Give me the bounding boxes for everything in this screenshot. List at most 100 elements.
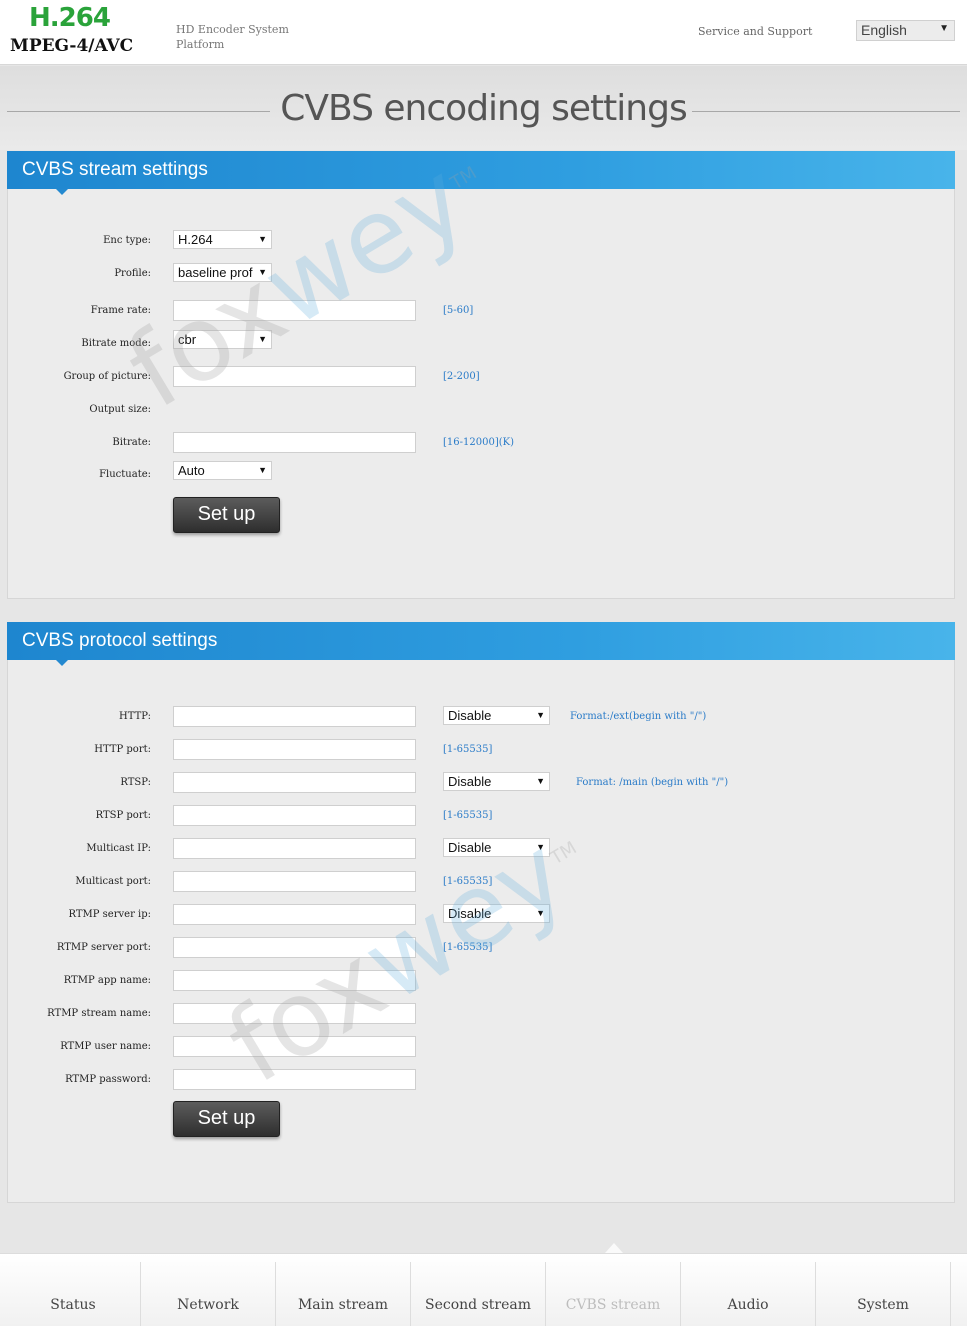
rtsp-port-hint: [1-65535] [443,810,493,821]
row-enc-type: Enc type: H.264 ▼ [8,230,956,252]
nav-system[interactable]: System [816,1262,951,1326]
nav-cvbs-stream[interactable]: CVBS stream [546,1262,681,1326]
nav-status[interactable]: Status [6,1262,141,1326]
row-rtmp-password: RTMP password: [8,1069,956,1091]
service-support-link[interactable]: Service and Support [698,25,812,38]
row-rtsp: RTSP: Disable ▼ Format: /main (begin with… [8,772,956,794]
rtsp-port-label: RTSP port: [95,810,151,821]
gop-label: Group of picture: [63,371,151,382]
multicast-port-label: Multicast port: [75,876,151,887]
fluctuate-select[interactable]: Auto ▼ [173,461,272,480]
row-gop: Group of picture: [2-200] [8,366,956,388]
protocol-setup-button[interactable]: Set up [173,1101,280,1137]
bitrate-mode-label: Bitrate mode: [81,338,151,349]
row-bitrate: Bitrate: [16-12000](K) [8,432,956,454]
fluctuate-value: Auto [178,463,205,478]
platform-subtitle: HD Encoder System Platform [176,23,289,51]
nav-audio[interactable]: Audio [681,1262,816,1326]
multicast-state-value: Disable [448,840,492,855]
row-bitrate-mode: Bitrate mode: cbr ▼ [8,330,956,352]
row-fluctuate: Fluctuate: Auto ▼ [8,461,956,483]
row-rtmp-stream-name: RTMP stream name: [8,1003,956,1025]
row-http: HTTP: Disable ▼ Format:/ext(begin with "/… [8,706,956,728]
dropdown-arrow-icon: ▼ [536,842,545,852]
http-port-input[interactable] [173,739,416,760]
dropdown-arrow-icon: ▼ [939,23,949,34]
logo-mpeg4: MPEG-4/AVC [10,36,134,56]
rtmp-password-input[interactable] [173,1069,416,1090]
rtmp-server-ip-input[interactable] [173,904,416,925]
header: H.264 MPEG-4/AVC HD Encoder System Platf… [0,0,967,65]
rtsp-state-value: Disable [448,774,492,789]
http-state-value: Disable [448,708,492,723]
profile-select[interactable]: baseline prof ▼ [173,263,272,282]
page-title: CVBS encoding settings [280,88,687,129]
dropdown-arrow-icon: ▼ [536,710,545,720]
nav-network[interactable]: Network [141,1262,276,1326]
http-state-select[interactable]: Disable ▼ [443,706,550,725]
gop-input[interactable] [173,366,416,387]
dropdown-arrow-icon: ▼ [258,465,267,475]
gop-hint: [2-200] [443,371,480,382]
stream-panel-header: CVBS stream settings [7,151,955,195]
bitrate-input[interactable] [173,432,416,453]
bitrate-mode-select[interactable]: cbr ▼ [173,330,272,349]
row-profile: Profile: baseline prof ▼ [8,263,956,285]
language-select[interactable]: English ▼ [856,20,955,41]
enc-type-value: H.264 [178,232,213,247]
row-rtmp-server-ip: RTMP server ip: Disable ▼ [8,904,956,926]
profile-label: Profile: [114,268,151,279]
protocol-panel-title: CVBS protocol settings [22,630,218,651]
language-value: English [861,22,907,38]
rtmp-state-select[interactable]: Disable ▼ [443,904,550,923]
rtsp-state-select[interactable]: Disable ▼ [443,772,550,791]
row-rtmp-app-name: RTMP app name: [8,970,956,992]
enc-type-label: Enc type: [103,235,151,246]
bitrate-hint: [16-12000](K) [443,437,514,448]
page-title-bar: CVBS encoding settings [0,66,967,150]
dropdown-arrow-icon: ▼ [258,234,267,244]
rtmp-server-port-label: RTMP server port: [56,942,151,953]
dropdown-arrow-icon: ▼ [536,776,545,786]
nav-main-stream[interactable]: Main stream [276,1262,411,1326]
frame-rate-input[interactable] [173,300,416,321]
output-size-label: Output size: [89,404,151,415]
stream-setup-button[interactable]: Set up [173,497,280,533]
multicast-ip-input[interactable] [173,838,416,859]
stream-panel-title: CVBS stream settings [22,159,208,180]
profile-value: baseline prof [178,265,253,280]
dropdown-arrow-icon: ▼ [258,267,267,277]
row-rtmp-user-name: RTMP user name: [8,1036,956,1058]
dropdown-arrow-icon: ▼ [536,908,545,918]
logo-h264: H.264 [29,3,111,33]
rtsp-label: RTSP: [120,777,151,788]
row-multicast-port: Multicast port: [1-65535] [8,871,956,893]
rtsp-format-hint: Format: /main (begin with "/") [576,777,729,788]
rtsp-input[interactable] [173,772,416,793]
bitrate-mode-value: cbr [178,332,197,347]
multicast-port-input[interactable] [173,871,416,892]
rtmp-server-port-hint: [1-65535] [443,942,493,953]
http-port-label: HTTP port: [94,744,151,755]
rtmp-server-port-input[interactable] [173,937,416,958]
row-rtmp-server-port: RTMP server port: [1-65535] [8,937,956,959]
row-http-port: HTTP port: [1-65535] [8,739,956,761]
rtmp-server-ip-label: RTMP server ip: [68,909,152,920]
rtsp-port-input[interactable] [173,805,416,826]
rtmp-app-name-input[interactable] [173,970,416,991]
multicast-port-hint: [1-65535] [443,876,493,887]
http-input[interactable] [173,706,416,727]
rtmp-state-value: Disable [448,906,492,921]
header-notch-icon [56,189,68,195]
multicast-ip-label: Multicast IP: [86,843,151,854]
nav-second-stream[interactable]: Second stream [411,1262,546,1326]
dropdown-arrow-icon: ▼ [258,334,267,344]
enc-type-select[interactable]: H.264 ▼ [173,230,272,249]
nav-active-pointer-icon [605,1243,623,1253]
multicast-state-select[interactable]: Disable ▼ [443,838,550,857]
header-notch-icon [56,660,68,666]
frame-rate-hint: [5-60] [443,305,474,316]
rtmp-user-name-input[interactable] [173,1036,416,1057]
http-port-hint: [1-65535] [443,744,493,755]
rtmp-stream-name-input[interactable] [173,1003,416,1024]
